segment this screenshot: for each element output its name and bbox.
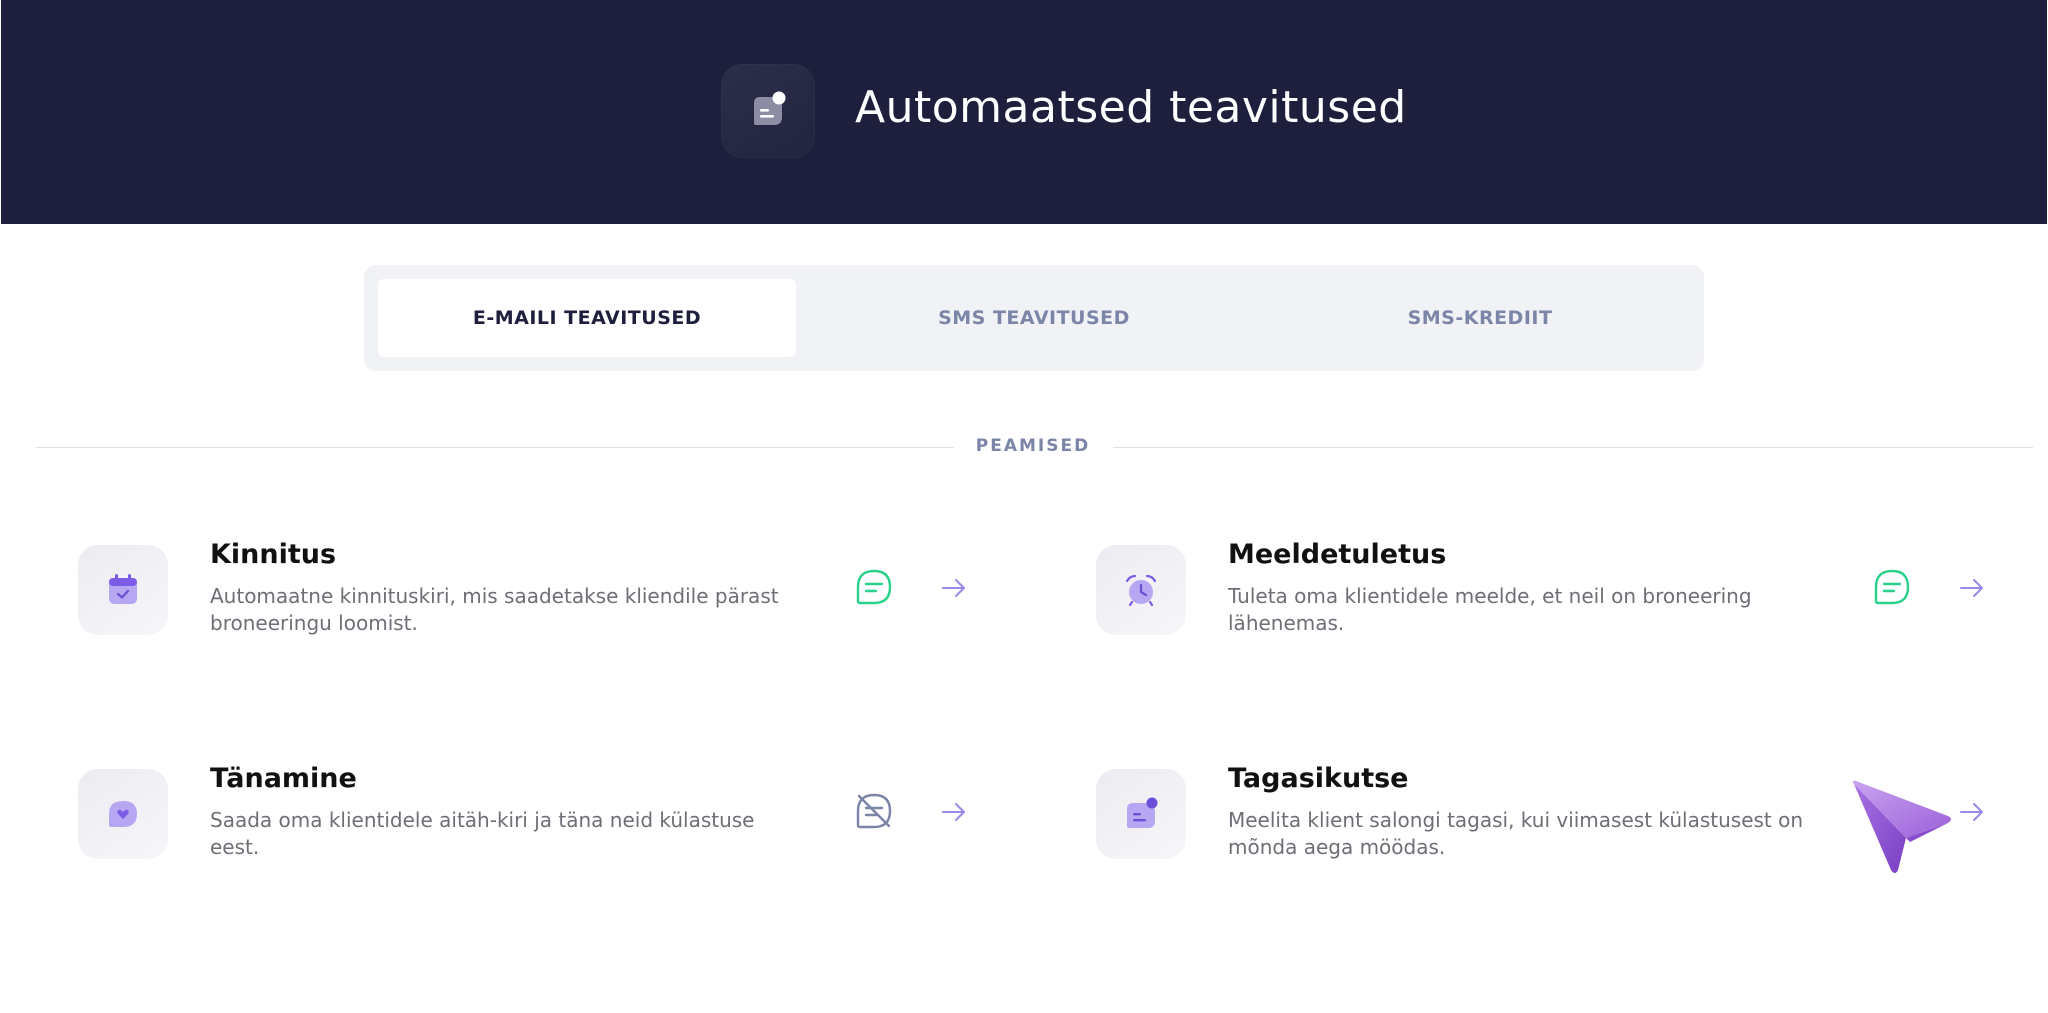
notification-card-reminder[interactable]: Meeldetuletus Tuleta oma klientidele mee… — [1096, 539, 2026, 655]
card-title: Kinnitus — [210, 539, 337, 570]
notification-card-thank-you[interactable]: Tänamine Saada oma klientidele aitäh-kir… — [78, 763, 1008, 879]
chat-active-icon[interactable] — [1872, 567, 1912, 607]
chat-active-icon[interactable] — [854, 567, 894, 607]
arrow-right-icon[interactable] — [940, 574, 968, 602]
card-description: Saada oma klientidele aitäh-kiri ja täna… — [210, 808, 755, 859]
page-header: Automaatsed teavitused — [1, 0, 2047, 224]
heart-bubble-icon — [78, 769, 168, 859]
card-title: Tagasikutse — [1228, 763, 1409, 794]
chat-disabled-icon[interactable] — [854, 791, 894, 831]
section-divider-right — [1113, 447, 2033, 448]
arrow-right-icon[interactable] — [940, 798, 968, 826]
notification-tabs: E-MAILI TEAVITUSED SMS TEAVITUSED SMS-KR… — [364, 265, 1704, 371]
calendar-check-icon — [78, 545, 168, 635]
alarm-clock-icon — [1096, 545, 1186, 635]
tab-sms-credit[interactable]: SMS-KREDIIT — [1271, 279, 1689, 357]
section-label: PEAMISED — [975, 436, 1091, 456]
tab-email-notifications[interactable]: E-MAILI TEAVITUSED — [378, 279, 796, 357]
section-divider-left — [36, 447, 954, 448]
notification-card-confirmation[interactable]: Kinnitus Automaatne kinnituskiri, mis sa… — [78, 539, 1008, 655]
arrow-right-icon[interactable] — [1958, 798, 1986, 826]
chat-bubble-notification-icon — [721, 64, 815, 158]
card-description: Automaatne kinnituskiri, mis saadetakse … — [210, 584, 779, 635]
arrow-right-icon[interactable] — [1958, 574, 1986, 602]
card-title: Tänamine — [210, 763, 357, 794]
card-description: Tuleta oma klientidele meelde, et neil o… — [1228, 584, 1752, 635]
page-title: Automaatsed teavitused — [855, 82, 1407, 133]
send-arrow-graphic — [1848, 778, 1958, 878]
card-title: Meeldetuletus — [1228, 539, 1447, 570]
tab-sms-notifications[interactable]: SMS TEAVITUSED — [825, 279, 1243, 357]
card-description: Meelita klient salongi tagasi, kui viima… — [1228, 808, 1804, 859]
chat-bubble-notification-icon — [1096, 769, 1186, 859]
